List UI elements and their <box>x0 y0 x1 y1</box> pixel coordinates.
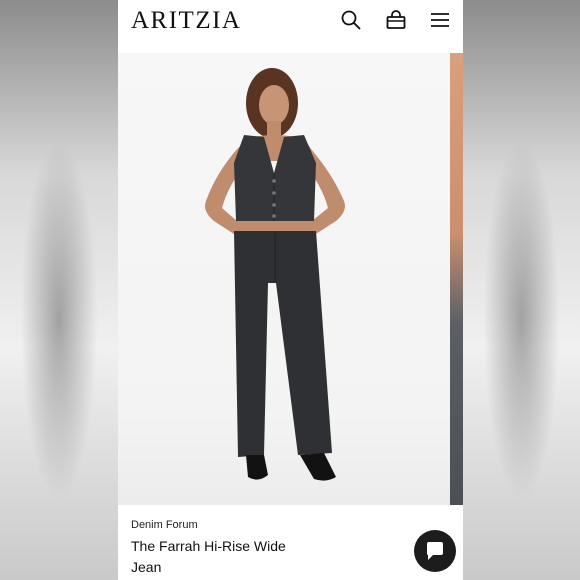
menu-icon[interactable] <box>429 9 451 31</box>
bag-icon[interactable] <box>385 9 407 31</box>
product-image[interactable] <box>118 53 450 505</box>
site-header: ARITZIA <box>118 0 463 46</box>
search-icon[interactable] <box>340 9 362 31</box>
blurred-background-left <box>0 0 118 580</box>
model-illustration <box>205 68 345 481</box>
chat-button[interactable] <box>414 530 456 572</box>
phone-screen: ARITZIA Denim Forum The Farrah Hi-Rise W… <box>118 0 463 580</box>
blurred-background-right <box>463 0 580 580</box>
chat-icon <box>427 542 443 560</box>
product-name[interactable]: The Farrah Hi-Rise Wide Jean <box>131 536 311 578</box>
brand-logo[interactable]: ARITZIA <box>131 7 241 35</box>
next-image-peek[interactable] <box>450 53 463 505</box>
product-brand[interactable]: Denim Forum <box>131 519 198 531</box>
